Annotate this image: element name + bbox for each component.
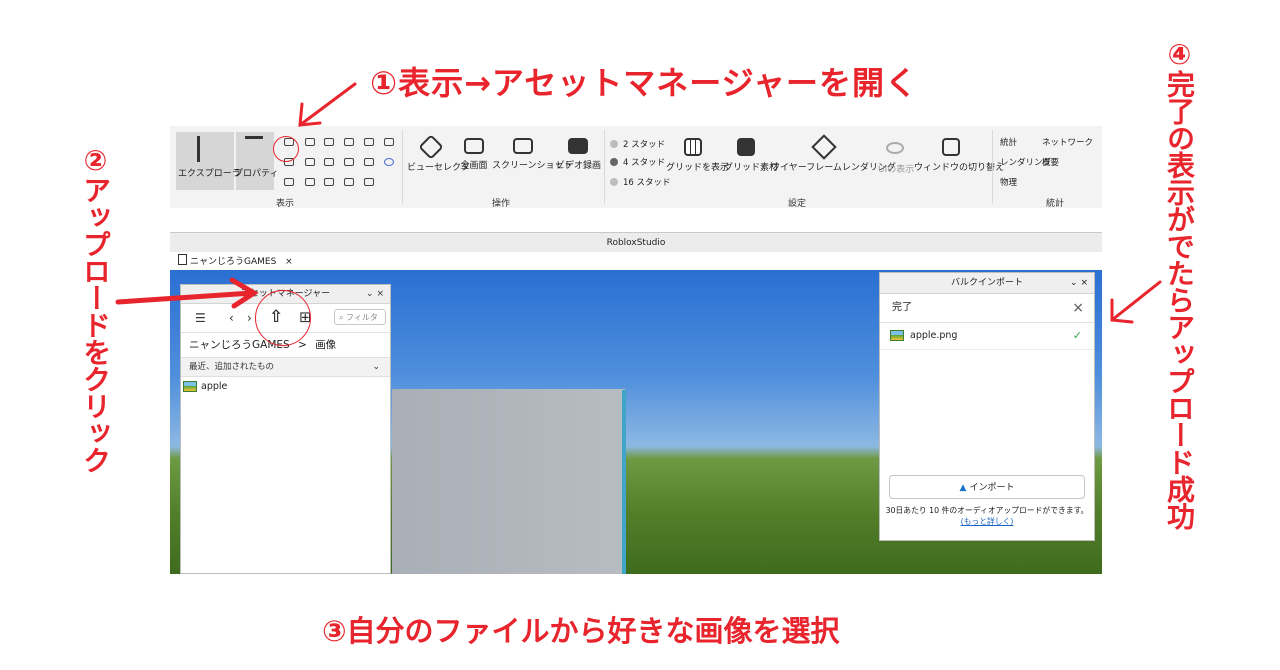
- annotation-step1: ①表示→アセットマネージャーを開く: [370, 64, 919, 102]
- annotation-step4: ④完了の表示がでたらアップロード成功: [1163, 38, 1196, 529]
- arrow-to-bulk-import: [1110, 280, 1162, 322]
- annotation-step3: ③自分のファイルから好きな画像を選択: [322, 614, 840, 648]
- annotation-step2: ②アップロードをクリック: [79, 144, 112, 473]
- arrow-to-upload: [115, 290, 255, 305]
- arrow-to-asset-manager: [298, 82, 357, 127]
